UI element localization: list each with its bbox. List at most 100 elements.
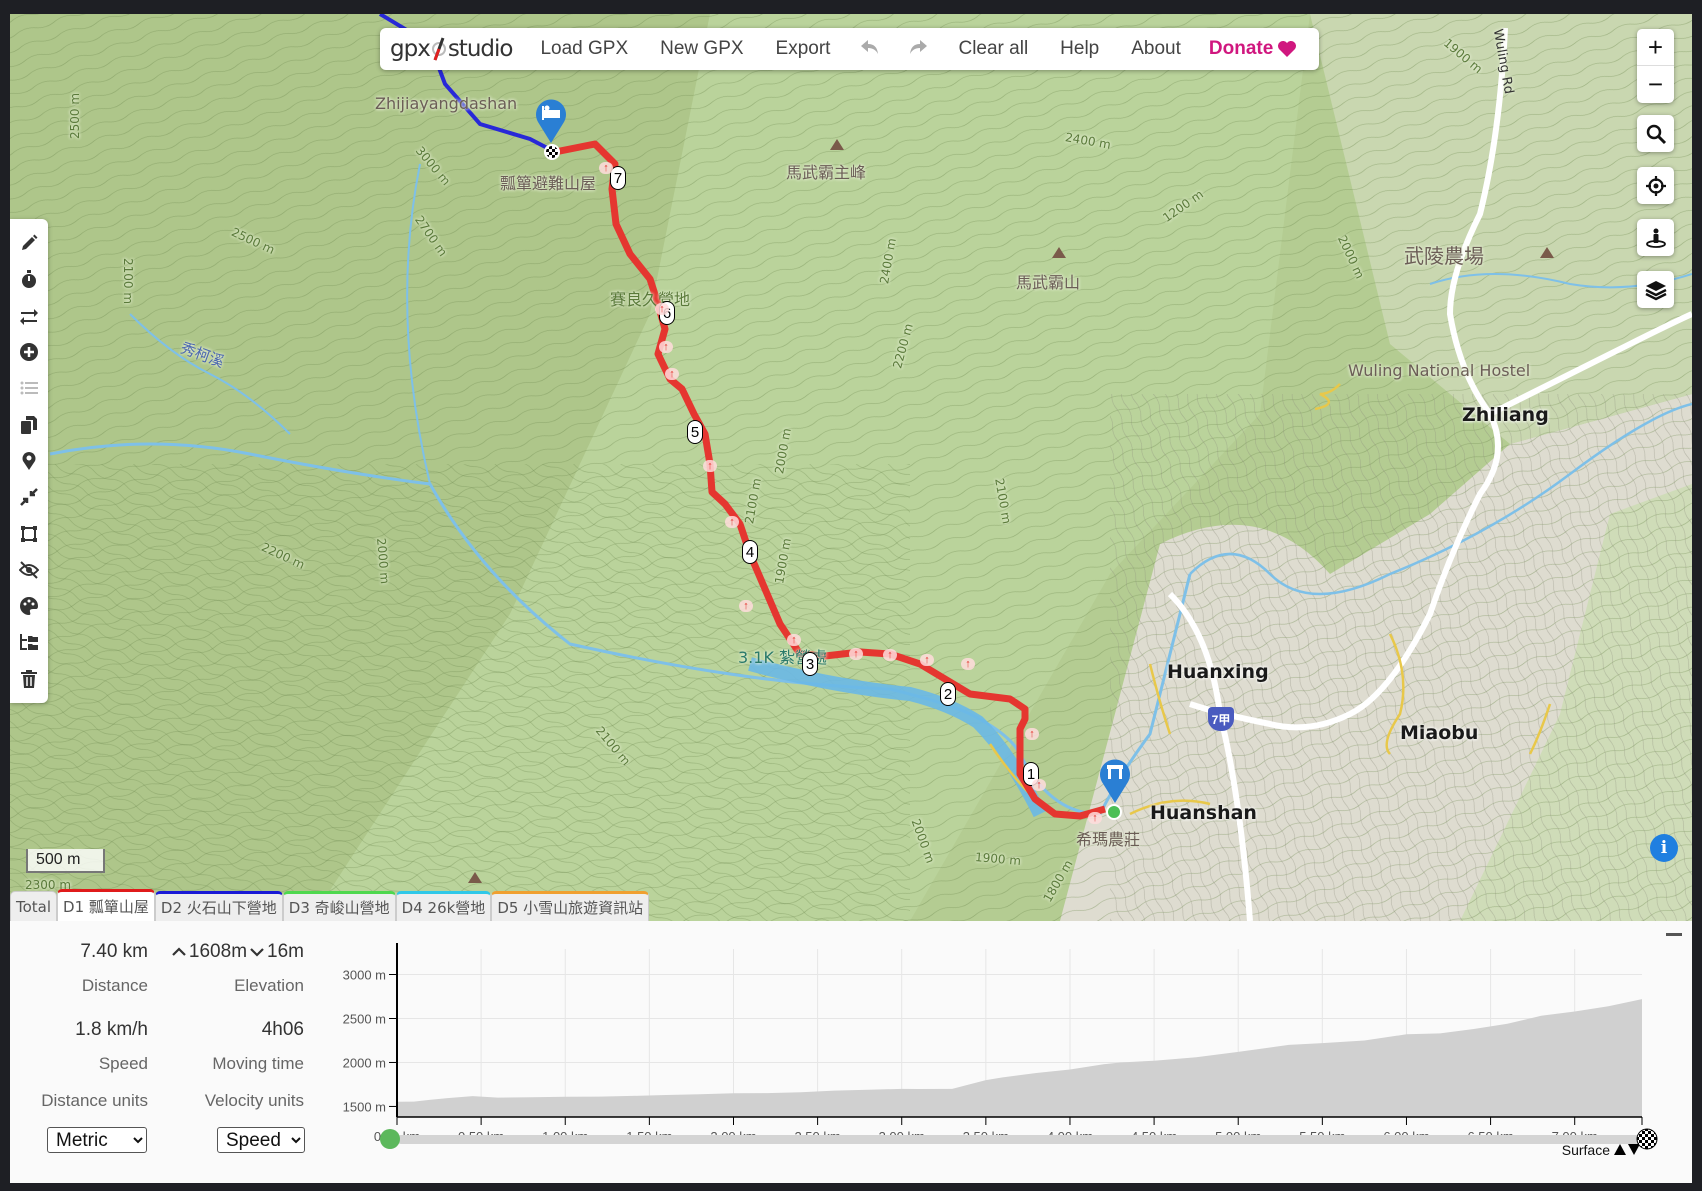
track-tab[interactable]: D4 26k營地 — [395, 891, 492, 921]
new-gpx-button[interactable]: New GPX — [644, 38, 759, 60]
distance-value: 7.40 km — [80, 941, 148, 962]
locate-icon — [1645, 175, 1666, 196]
scale-bar: 500 m — [26, 849, 105, 873]
locate-button[interactable] — [1637, 167, 1674, 204]
about-button[interactable]: About — [1115, 38, 1197, 60]
donate-button[interactable]: Donate — [1197, 38, 1309, 60]
map-label-camp: 賽良久營地 — [610, 290, 691, 309]
elevation-chart[interactable]: 1500 m2000 m2500 m3000 m0.00 km0.50 km1.… — [310, 921, 1690, 1183]
redo-icon — [910, 40, 928, 54]
copy-icon — [21, 415, 37, 434]
streetview-control — [1637, 219, 1674, 256]
contour-label: 2100 m — [121, 257, 136, 305]
elevation-value: 1608m 16m — [160, 941, 304, 963]
route-direction-arrow: ↑ — [655, 303, 669, 315]
app-logo: gpx studio — [390, 36, 513, 62]
heart-icon — [1278, 41, 1297, 57]
tool-add[interactable] — [10, 334, 48, 370]
zoom-control: + − — [1637, 29, 1674, 103]
logo-text-gpx: gpx — [390, 36, 431, 62]
map-label-zhijiayangdashan: Zhijiayangdashan — [375, 94, 518, 113]
compress-icon — [20, 488, 38, 507]
tool-structure[interactable] — [10, 624, 48, 660]
route-direction-arrow: ↑ — [787, 634, 801, 646]
help-button[interactable]: Help — [1044, 38, 1115, 60]
app-window: Zhijiayangdashan 瓢簞避難山屋 馬武霸主峰 馬武霸山 武陵農場 … — [10, 14, 1692, 1183]
layers-icon — [1644, 280, 1667, 300]
undo-button[interactable] — [846, 36, 894, 62]
finish-flag-icon[interactable] — [544, 144, 560, 160]
tool-delete[interactable] — [10, 661, 48, 697]
map-label-miaobu: Miaobu — [1400, 722, 1479, 744]
km-marker: 3 — [802, 652, 818, 676]
locate-control — [1637, 167, 1674, 204]
map-pin-icon — [22, 451, 36, 470]
distance-units-select[interactable]: Metric — [47, 1127, 147, 1153]
layers-button[interactable] — [1637, 271, 1674, 308]
zoom-out-button[interactable]: − — [1637, 66, 1674, 103]
info-button[interactable]: i — [1650, 834, 1678, 862]
tool-edit-route[interactable] — [10, 225, 48, 261]
tool-reduce[interactable] — [10, 479, 48, 515]
tool-list[interactable] — [10, 370, 48, 406]
load-gpx-button[interactable]: Load GPX — [524, 38, 644, 60]
track-tab[interactable]: D2 火石山下營地 — [154, 891, 283, 921]
folder-tree-icon — [20, 634, 38, 651]
chart-y-tick-label: 2000 m — [343, 1055, 386, 1070]
tool-duplicate[interactable] — [10, 406, 48, 442]
tool-reverse[interactable] — [10, 298, 48, 334]
undo-icon — [861, 40, 879, 54]
streetview-button[interactable] — [1637, 219, 1674, 256]
track-tab[interactable]: D1 瓢簞山屋 — [57, 889, 155, 921]
minimize-panel-button[interactable] — [1666, 933, 1682, 936]
tool-style[interactable] — [10, 588, 48, 624]
tool-waypoint[interactable] — [10, 443, 48, 479]
tool-time[interactable] — [10, 261, 48, 297]
peak-icon — [1540, 247, 1554, 258]
pencil-icon — [22, 234, 38, 251]
export-button[interactable]: Export — [760, 38, 847, 60]
clear-all-button[interactable]: Clear all — [942, 38, 1044, 60]
elevation-down-icon — [250, 948, 264, 957]
zoom-in-button[interactable]: + — [1637, 29, 1674, 66]
top-menu-bar: gpx studio Load GPX New GPX Export Clear… — [380, 28, 1320, 70]
map-canvas[interactable]: Zhijiayangdashan 瓢簞避難山屋 馬武霸主峰 馬武霸山 武陵農場 … — [10, 14, 1692, 921]
tool-crop[interactable] — [10, 515, 48, 551]
reverse-icon — [20, 308, 38, 325]
waypoint-hut-marker[interactable] — [534, 96, 568, 149]
route-direction-arrow: ↑ — [665, 368, 679, 380]
route-direction-arrow: ↑ — [961, 658, 975, 670]
track-tab[interactable]: D5 小雪山旅遊資訊站 — [491, 891, 650, 921]
track-tabs: Total D1 瓢簞山屋 D2 火石山下營地 D3 奇峻山營地 D4 26k營地 D5 … — [10, 889, 650, 921]
speed-label: Speed — [98, 1054, 148, 1073]
search-button[interactable] — [1637, 115, 1674, 152]
start-point-icon[interactable] — [1106, 804, 1122, 820]
velocity-units-select[interactable]: Speed — [217, 1127, 305, 1153]
range-slider-track[interactable] — [397, 1135, 1642, 1144]
range-slider-start-handle[interactable] — [380, 1129, 400, 1149]
km-marker: 2 — [940, 682, 956, 706]
km-marker: 4 — [742, 540, 758, 564]
track-tab[interactable]: Total — [10, 891, 58, 921]
layers-control — [1637, 271, 1674, 308]
sort-up-icon[interactable] — [1614, 1144, 1626, 1155]
chart-y-tick-label: 3000 m — [343, 968, 386, 983]
tool-sidebar — [10, 219, 48, 703]
surface-label: Surface — [1562, 1142, 1610, 1158]
range-slider-end-handle[interactable] — [1636, 1128, 1658, 1150]
tool-hide[interactable] — [10, 552, 48, 588]
route-direction-arrow: ↑ — [599, 162, 613, 174]
list-icon — [20, 381, 38, 395]
waypoint-start-marker[interactable] — [1098, 756, 1132, 809]
map-label-mawuba-main-peak: 馬武霸主峰 — [786, 163, 867, 182]
route-direction-arrow: ↑ — [739, 600, 753, 612]
track-tab[interactable]: D3 奇峻山營地 — [282, 891, 396, 921]
contour-label: 2500 m — [68, 92, 83, 140]
moving-time-value: 4h06 — [261, 1019, 304, 1040]
map-terrain — [10, 14, 1692, 921]
search-icon — [1646, 124, 1666, 144]
route-direction-arrow: ↑ — [659, 341, 673, 353]
route-direction-arrow: ↑ — [703, 460, 717, 472]
sort-down-icon[interactable] — [1628, 1144, 1640, 1155]
redo-button[interactable] — [894, 36, 942, 62]
